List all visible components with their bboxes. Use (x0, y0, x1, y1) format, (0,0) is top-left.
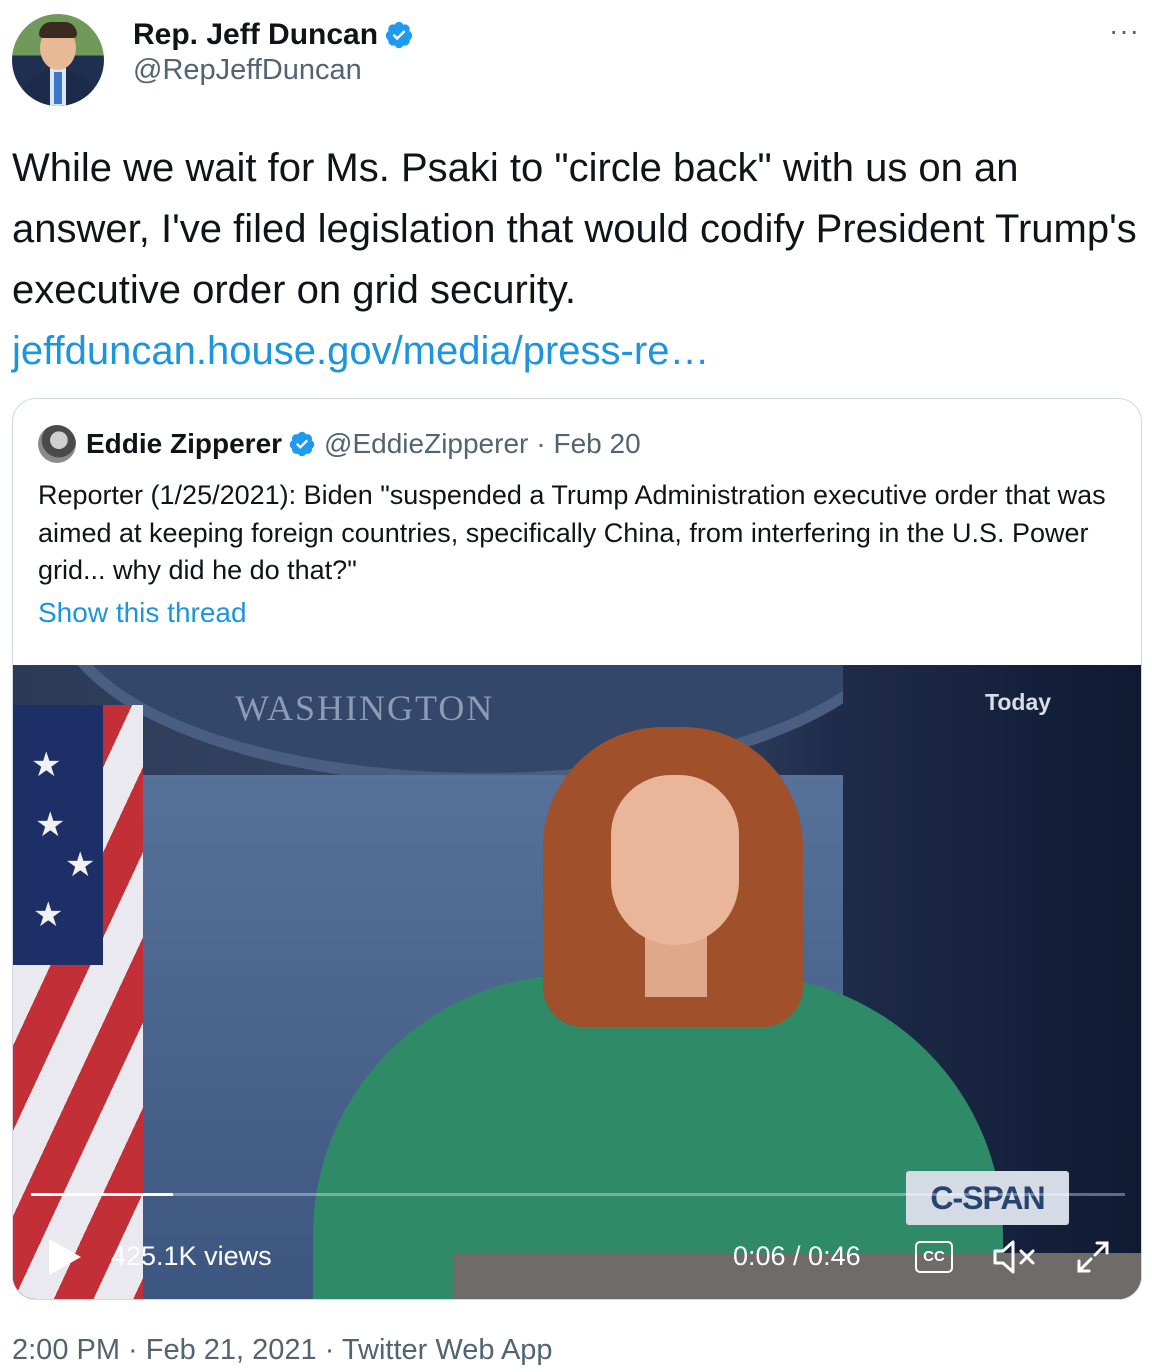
flag-star-icon: ★ (31, 746, 62, 784)
muted-volume-icon[interactable] (991, 1237, 1039, 1277)
video-progress-bar[interactable] (31, 1193, 1125, 1196)
author-handle[interactable]: @RepJeffDuncan (133, 54, 362, 87)
quoted-tweet-card[interactable]: Eddie Zipperer @EddieZipperer · Feb 20 R… (12, 398, 1142, 1300)
video-time: 0:06 / 0:46 (733, 1241, 861, 1271)
quoted-author-handle: @EddieZipperer (324, 428, 529, 459)
speaker-face (611, 775, 739, 945)
video-controls: 425.1K views 0:06 / 0:46 CC (13, 1225, 1141, 1299)
flag-star-icon: ★ (33, 896, 64, 934)
tweet-text: While we wait for Ms. Psaki to "circle b… (12, 146, 1137, 312)
video-view-count: 425.1K views (111, 1241, 272, 1271)
play-icon[interactable] (49, 1239, 81, 1275)
tweet-body: While we wait for Ms. Psaki to "circle b… (12, 138, 1142, 382)
video-progress-fill (31, 1193, 174, 1196)
quoted-tweet-text: Reporter (1/25/2021): Biden "suspended a… (38, 480, 1106, 585)
more-options-icon[interactable]: ··· (1109, 17, 1140, 45)
verified-badge-icon (385, 21, 413, 49)
quoted-verified-badge-icon (289, 431, 315, 457)
author-name-row[interactable]: Rep. Jeff Duncan (133, 18, 414, 52)
tweet-link[interactable]: jeffduncan.house.gov/media/press-re… (12, 321, 1142, 382)
author-display-name[interactable]: Rep. Jeff Duncan (133, 18, 378, 52)
cspan-logo: C-SPAN (906, 1171, 1069, 1225)
fullscreen-icon[interactable] (1073, 1237, 1113, 1277)
flag-star-icon: ★ (35, 806, 66, 844)
video-player[interactable]: WASHINGTON Today ★ ★ ★ ★ C-SPAN 425.1K v… (13, 665, 1141, 1299)
quoted-tweet-date: · Feb 20 (536, 428, 641, 459)
show-thread-link[interactable]: Show this thread (38, 597, 247, 629)
tweet-header: Rep. Jeff Duncan @RepJeffDuncan ··· (12, 14, 1140, 106)
quoted-author-display-name: Eddie Zipperer (86, 428, 283, 459)
quoted-author-avatar (38, 425, 76, 463)
video-today-label: Today (985, 689, 1052, 715)
tweet-timestamp[interactable]: 2:00 PM · Feb 21, 2021 · Twitter Web App (12, 1334, 553, 1367)
backdrop-washington-text: WASHINGTON (235, 688, 495, 728)
quoted-tweet-header: Eddie Zipperer @EddieZipperer · Feb 20 (38, 425, 641, 463)
author-avatar[interactable] (12, 14, 104, 106)
flag-star-icon: ★ (65, 846, 96, 884)
closed-captions-icon[interactable]: CC (915, 1241, 953, 1273)
